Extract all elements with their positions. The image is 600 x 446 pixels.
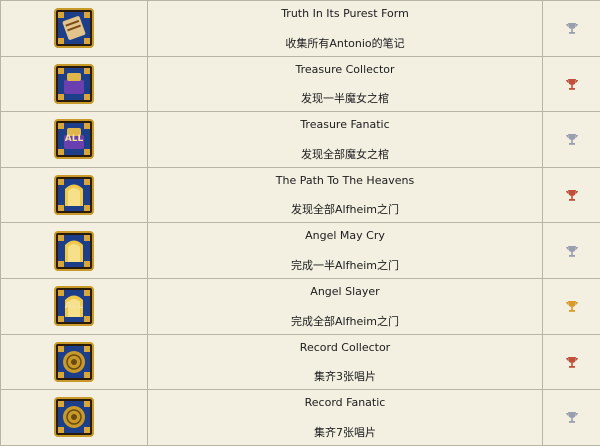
trophy-row: Treasure Collector 发现一半魔女之棺 — [1, 56, 600, 112]
trophy-grade-cell — [543, 334, 600, 390]
record-icon — [54, 397, 94, 437]
coffin-icon — [54, 64, 94, 104]
trophy-text-cell: Treasure Collector 发现一半魔女之棺 — [148, 56, 543, 112]
trophy-description: 集齐3张唱片 — [148, 370, 542, 383]
trophy-icon-cell: ALL — [1, 112, 148, 168]
trophy-row: Angel May Cry 完成一半Alfheim之门 — [1, 223, 600, 279]
trophy-title: Angel Slayer — [148, 285, 542, 298]
trophy-grade-cell — [543, 278, 600, 334]
trophy-title: Record Fanatic — [148, 396, 542, 409]
trophy-title: Angel May Cry — [148, 229, 542, 242]
trophy-description: 完成全部Alfheim之门 — [148, 315, 542, 328]
trophy-icon-cell — [1, 56, 148, 112]
trophy-text-cell: Angel Slayer 完成全部Alfheim之门 — [148, 278, 543, 334]
trophy-title: Truth In Its Purest Form — [148, 7, 542, 20]
gate-all-icon: ALL — [54, 286, 94, 326]
trophy-description: 发现全部Alfheim之门 — [148, 203, 542, 216]
trophy-grade-cell — [543, 390, 600, 446]
trophy-description: 收集所有Antonio的笔记 — [148, 37, 542, 50]
trophy-cup-icon — [565, 244, 579, 257]
gate-icon — [54, 175, 94, 215]
coffin-all-icon: ALL — [54, 119, 94, 159]
trophy-row: Record Fanatic 集齐7张唱片 — [1, 390, 600, 446]
scroll-icon — [54, 8, 94, 48]
trophy-title: The Path To The Heavens — [148, 174, 542, 187]
trophy-text-cell: Record Collector 集齐3张唱片 — [148, 334, 543, 390]
trophy-description: 集齐7张唱片 — [148, 426, 542, 439]
trophy-cup-icon — [565, 132, 579, 145]
svg-text:ALL: ALL — [65, 301, 84, 311]
trophy-text-cell: Truth In Its Purest Form 收集所有Antonio的笔记 — [148, 1, 543, 57]
trophy-cup-icon — [565, 299, 579, 312]
trophy-description: 完成一半Alfheim之门 — [148, 259, 542, 272]
trophy-description: 发现一半魔女之棺 — [148, 92, 542, 105]
trophy-row: Truth In Its Purest Form 收集所有Antonio的笔记 — [1, 1, 600, 57]
trophy-cup-icon — [565, 355, 579, 368]
trophy-table: Truth In Its Purest Form收集所有Antonio的笔记Tr… — [0, 0, 600, 446]
trophy-icon-cell — [1, 334, 148, 390]
trophy-grade-cell — [543, 1, 600, 57]
trophy-cup-icon — [565, 188, 579, 201]
trophy-title: Treasure Collector — [148, 63, 542, 76]
trophy-row: ALL Treasure Fanatic 发现全部魔女之棺 — [1, 112, 600, 168]
trophy-icon-cell: ALL — [1, 278, 148, 334]
trophy-cup-icon — [565, 21, 579, 34]
trophy-text-cell: The Path To The Heavens 发现全部Alfheim之门 — [148, 167, 543, 223]
trophy-grade-cell — [543, 167, 600, 223]
gate-icon — [54, 231, 94, 271]
trophy-grade-cell — [543, 223, 600, 279]
trophy-icon-cell — [1, 1, 148, 57]
trophy-icon-cell — [1, 390, 148, 446]
trophy-icon-cell — [1, 223, 148, 279]
trophy-title: Treasure Fanatic — [148, 118, 542, 131]
trophy-description: 发现全部魔女之棺 — [148, 148, 542, 161]
svg-text:ALL: ALL — [65, 134, 84, 144]
trophy-row: ALL Angel Slayer 完成全部Alfheim之门 — [1, 278, 600, 334]
trophy-row: Record Collector 集齐3张唱片 — [1, 334, 600, 390]
trophy-grade-cell — [543, 56, 600, 112]
trophy-cup-icon — [565, 77, 579, 90]
trophy-text-cell: Record Fanatic 集齐7张唱片 — [148, 390, 543, 446]
trophy-title: Record Collector — [148, 341, 542, 354]
trophy-table-body: Truth In Its Purest Form收集所有Antonio的笔记Tr… — [1, 1, 600, 446]
trophy-cup-icon — [565, 410, 579, 423]
trophy-text-cell: Treasure Fanatic 发现全部魔女之棺 — [148, 112, 543, 168]
trophy-grade-cell — [543, 112, 600, 168]
trophy-row: The Path To The Heavens 发现全部Alfheim之门 — [1, 167, 600, 223]
record-icon — [54, 342, 94, 382]
trophy-text-cell: Angel May Cry 完成一半Alfheim之门 — [148, 223, 543, 279]
trophy-icon-cell — [1, 167, 148, 223]
